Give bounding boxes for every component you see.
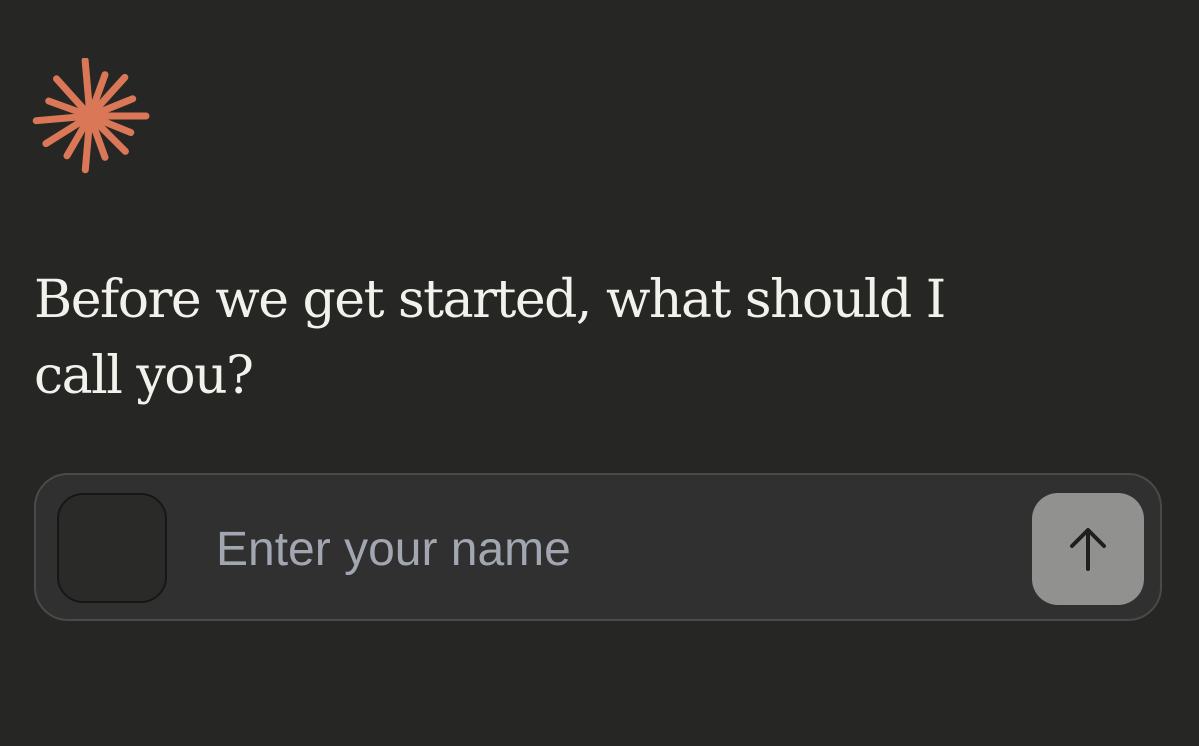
prompt-question: Before we get started, what should I cal… bbox=[34, 270, 946, 406]
send-button[interactable] bbox=[1032, 493, 1144, 605]
name-input[interactable] bbox=[216, 509, 1016, 589]
arrow-up-icon bbox=[1066, 525, 1110, 573]
onboarding-screen: Before we get started, what should I cal… bbox=[0, 0, 1199, 746]
sunburst-logo-icon bbox=[30, 58, 150, 178]
name-input-bar bbox=[34, 473, 1162, 621]
avatar-placeholder bbox=[57, 493, 167, 603]
